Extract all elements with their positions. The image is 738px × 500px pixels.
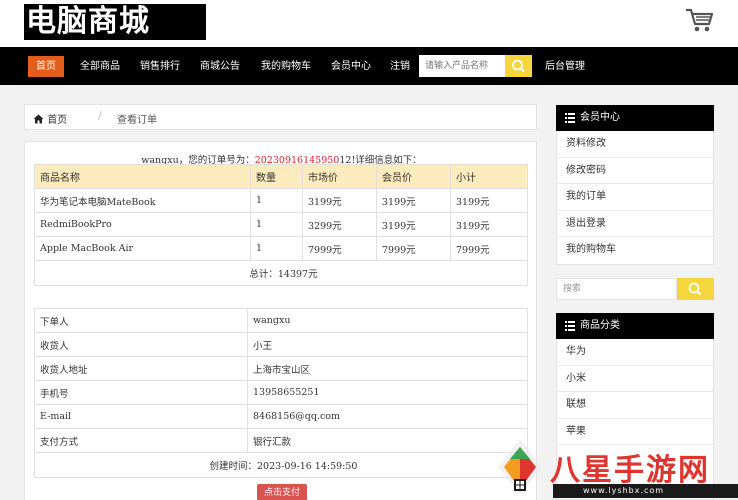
sidebar-item-xiaomi[interactable]: 小米: [557, 366, 713, 392]
sidebar-item-my-orders[interactable]: 我的订单: [557, 184, 713, 211]
nav-admin[interactable]: 后台管理: [537, 56, 593, 77]
info-value: wangxu: [247, 308, 528, 333]
cell-product-name: Apple MacBook Air: [34, 236, 251, 261]
cell-market-price: 7999元: [302, 236, 377, 261]
column-header: 商品名称: [34, 164, 251, 189]
cell-quantity: 1: [250, 212, 303, 237]
table-row: 支付方式 银行汇款: [34, 428, 528, 453]
cell-subtotal: 3199元: [450, 188, 528, 213]
cell-subtotal: 3199元: [450, 212, 528, 237]
list-icon: [565, 113, 575, 123]
order-items-table: 商品名称 数量 市场价 会员价 小计 华为笔记本电脑MateBook 1 319…: [34, 164, 528, 286]
site-header: 电脑商城: [0, 0, 738, 47]
column-header: 会员价: [376, 164, 451, 189]
member-center-menu: 资料修改 修改密码 我的订单 退出登录 我的购物车: [556, 131, 714, 265]
list-icon: [565, 321, 575, 331]
info-label: 下单人: [34, 308, 248, 333]
table-header-row: 商品名称 数量 市场价 会员价 小计: [34, 164, 528, 189]
info-label: E-mail: [34, 404, 248, 429]
search-icon: [688, 282, 702, 296]
info-label: 收货人: [34, 332, 248, 357]
watermark-text: 八星手游网: [550, 453, 710, 488]
info-label: 支付方式: [34, 428, 248, 453]
site-logo[interactable]: 电脑商城: [24, 4, 206, 40]
table-row: 收货人地址 上海市宝山区: [34, 356, 528, 381]
info-value: 上海市宝山区: [247, 356, 528, 381]
sidebar-item-logout[interactable]: 退出登录: [557, 211, 713, 237]
member-center-title: 会员中心: [580, 112, 620, 123]
cell-subtotal: 7999元: [450, 236, 528, 261]
info-label: 手机号: [34, 380, 248, 405]
cell-member-price: 3199元: [376, 188, 451, 213]
sidebar-item-huawei[interactable]: 华为: [557, 339, 713, 366]
created-time: 创建时间：2023-09-16 14:59:50: [34, 452, 528, 478]
main-nav: 首页 全部商品 销售排行 商城公告 我的购物车 会员中心 注销 后台管理: [0, 47, 738, 85]
cell-product-name: 华为笔记本电脑MateBook: [34, 188, 251, 213]
table-row: 下单人 wangxu: [34, 308, 528, 333]
watermark-url: www.lyshbx.com: [553, 484, 738, 498]
sidebar-item-lenovo[interactable]: 联想: [557, 392, 713, 419]
cell-market-price: 3299元: [302, 212, 377, 237]
table-row: 手机号 13958655251: [34, 380, 528, 405]
cell-quantity: 1: [250, 188, 303, 213]
cell-product-name: RedmiBookPro: [34, 212, 251, 237]
breadcrumb-home[interactable]: 首页: [33, 111, 67, 126]
info-value: 13958655251: [247, 380, 528, 405]
shopping-cart-icon[interactable]: [684, 6, 714, 34]
table-row: Apple MacBook Air 1 7999元 7999元 7999元: [34, 236, 528, 261]
nav-all-products[interactable]: 全部商品: [72, 56, 128, 77]
nav-sales-ranking[interactable]: 销售排行: [132, 56, 188, 77]
cell-market-price: 3199元: [302, 188, 377, 213]
category-title: 商品分类: [580, 320, 620, 331]
column-header: 小计: [450, 164, 528, 189]
total-row: 总计：14397元: [34, 260, 528, 286]
order-detail-panel: wangxu，您的订单号为：2023091614595012!详细信息如下： 商…: [24, 141, 537, 500]
table-row: 华为笔记本电脑MateBook 1 3199元 3199元 3199元: [34, 188, 528, 213]
breadcrumb: 首页 / 查看订单: [24, 104, 537, 130]
nav-logout[interactable]: 注销: [382, 56, 418, 77]
sidebar-search-button[interactable]: [677, 278, 714, 300]
breadcrumb-current: 查看订单: [117, 115, 157, 126]
breadcrumb-home-label: 首页: [47, 115, 68, 126]
created-time-row: 创建时间：2023-09-16 14:59:50: [34, 452, 528, 478]
sidebar-search-input[interactable]: 搜索: [556, 278, 677, 300]
table-row: RedmiBookPro 1 3299元 3199元 3199元: [34, 212, 528, 237]
product-search-button[interactable]: [505, 55, 532, 77]
info-value: 小王: [247, 332, 528, 357]
order-info-table: 下单人 wangxu 收货人 小王 收货人地址 上海市宝山区 手机号 13958…: [34, 308, 528, 478]
order-total: 总计：14397元: [34, 260, 528, 286]
product-search-input[interactable]: [419, 55, 505, 77]
nav-member-center[interactable]: 会员中心: [323, 56, 379, 77]
cell-member-price: 3199元: [376, 212, 451, 237]
table-row: E-mail 8468156@qq.com: [34, 404, 528, 429]
table-row: 收货人 小王: [34, 332, 528, 357]
nav-announcements[interactable]: 商城公告: [192, 56, 248, 77]
info-value: 8468156@qq.com: [247, 404, 528, 429]
home-icon: [33, 114, 44, 124]
nav-home[interactable]: 首页: [28, 56, 64, 77]
sidebar-item-my-cart[interactable]: 我的购物车: [557, 237, 713, 264]
sidebar-item-change-password[interactable]: 修改密码: [557, 158, 713, 184]
sidebar-item-edit-profile[interactable]: 资料修改: [557, 131, 713, 158]
column-header: 市场价: [302, 164, 377, 189]
breadcrumb-separator: /: [98, 109, 102, 122]
pay-button[interactable]: 点击支付: [257, 484, 307, 500]
column-header: 数量: [250, 164, 303, 189]
info-value: 银行汇款: [247, 428, 528, 453]
cell-quantity: 1: [250, 236, 303, 261]
cell-member-price: 7999元: [376, 236, 451, 261]
search-icon: [512, 59, 525, 73]
nav-my-cart[interactable]: 我的购物车: [253, 56, 319, 77]
category-header: 商品分类: [556, 313, 714, 339]
info-label: 收货人地址: [34, 356, 248, 381]
member-center-header: 会员中心: [556, 105, 714, 131]
